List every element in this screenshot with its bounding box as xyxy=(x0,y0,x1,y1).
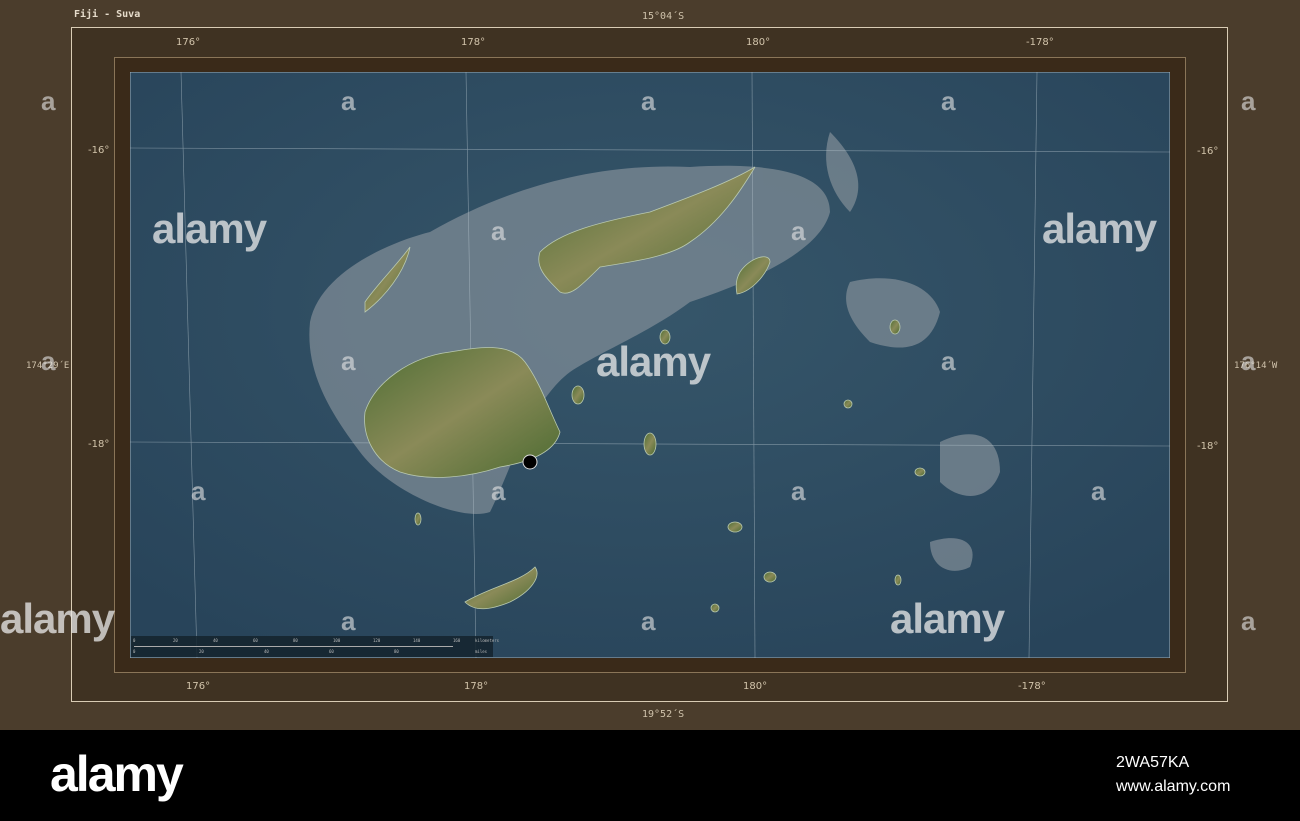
lon-tick-bottom: -178° xyxy=(1018,681,1046,692)
lon-tick-top: 176° xyxy=(176,37,201,48)
watermark-letter: a xyxy=(941,346,956,376)
scale-km-label: 160 xyxy=(453,638,461,643)
watermark-letter: a xyxy=(791,216,806,246)
watermark-letter: a xyxy=(341,86,356,116)
footer-url[interactable]: www.alamy.com xyxy=(1116,778,1230,796)
alamy-logo: alamy xyxy=(50,746,184,802)
scale-mi-label: 20 xyxy=(199,649,204,654)
watermark: alamy xyxy=(1042,205,1157,252)
footer-bar xyxy=(0,730,1300,821)
lon-tick-bottom: 176° xyxy=(186,681,211,692)
scale-km-unit: kilometers xyxy=(475,638,500,643)
watermark-letter: a xyxy=(491,476,506,506)
scale-km-label: 100 xyxy=(333,638,341,643)
scale-mi-label: 0 xyxy=(133,649,136,654)
lat-tick-right: -16° xyxy=(1197,146,1219,157)
watermark-letter: a xyxy=(491,216,506,246)
scale-bar: 0 20 40 60 80 100 120 140 160 kilometers… xyxy=(131,636,499,657)
watermark-letter: a xyxy=(1241,86,1256,116)
watermark-letter: a xyxy=(41,346,56,376)
north-extent-label: 15°04´S xyxy=(642,11,685,22)
lat-tick-left: -16° xyxy=(88,145,110,156)
south-extent-label: 19°52´S xyxy=(642,709,685,720)
image-id: 2WA57KA xyxy=(1116,754,1190,771)
scale-mi-unit: miles xyxy=(475,649,488,654)
scale-mi-label: 40 xyxy=(264,649,269,654)
watermark-letter: a xyxy=(641,606,656,636)
watermark: alamy xyxy=(152,205,267,252)
capital-marker-suva[interactable] xyxy=(522,454,538,470)
watermark-letter: a xyxy=(1241,606,1256,636)
scale-mi-label: 80 xyxy=(394,649,399,654)
scale-mi-label: 60 xyxy=(329,649,334,654)
scale-km-label: 120 xyxy=(373,638,381,643)
scale-km-label: 80 xyxy=(293,638,298,643)
watermark-letter: a xyxy=(641,86,656,116)
lon-tick-bottom: 180° xyxy=(743,681,768,692)
map-title: Fiji - Suva xyxy=(74,9,141,20)
scale-km-label: 140 xyxy=(413,638,421,643)
watermark: alamy xyxy=(0,595,115,642)
lon-tick-top: -178° xyxy=(1026,37,1054,48)
lat-tick-left: -18° xyxy=(88,439,110,450)
watermark: alamy xyxy=(890,595,1005,642)
scale-km-label: 60 xyxy=(253,638,258,643)
watermark-letter: a xyxy=(1091,476,1106,506)
watermark-letter: a xyxy=(1241,346,1256,376)
watermark-letter: a xyxy=(341,346,356,376)
scale-km-label: 20 xyxy=(173,638,178,643)
watermark-letter: a xyxy=(341,606,356,636)
lon-tick-bottom: 178° xyxy=(464,681,489,692)
lon-tick-top: 178° xyxy=(461,37,486,48)
scale-km-label: 0 xyxy=(133,638,136,643)
watermark-letter: a xyxy=(41,86,56,116)
lat-tick-right: -18° xyxy=(1197,441,1219,452)
lon-tick-top: 180° xyxy=(746,37,771,48)
watermark: alamy xyxy=(596,338,711,385)
scale-km-label: 40 xyxy=(213,638,218,643)
watermark-letter: a xyxy=(791,476,806,506)
watermark-letter: a xyxy=(191,476,206,506)
watermark-letter: a xyxy=(941,86,956,116)
